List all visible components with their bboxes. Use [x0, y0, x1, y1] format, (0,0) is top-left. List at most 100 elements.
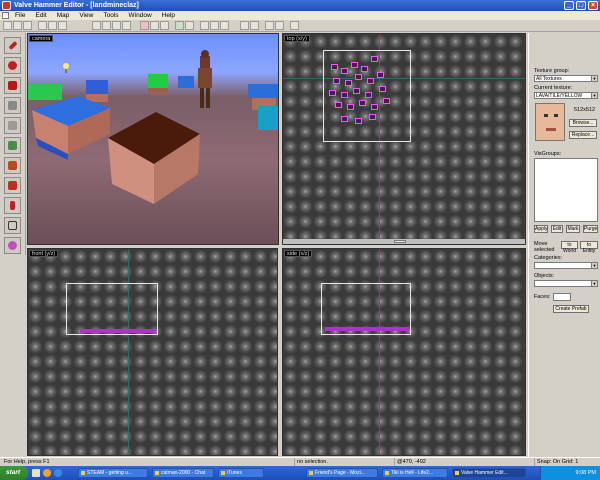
- texture-preview[interactable]: [535, 103, 565, 141]
- new-map-icon[interactable]: [3, 21, 12, 30]
- task-steam[interactable]: STEAM - getting u...: [78, 468, 148, 478]
- tray-clock: 9:08 PM: [575, 470, 596, 476]
- window-title: Valve Hammer Editor - [landmineclaz]: [14, 2, 139, 9]
- start-button[interactable]: start: [0, 466, 28, 480]
- entity-tool-icon[interactable]: [4, 97, 21, 114]
- categories-select[interactable]: ▼: [534, 262, 598, 269]
- status-selection: no selection.: [294, 458, 390, 466]
- selection-tool-icon[interactable]: [4, 37, 21, 54]
- visgroups-label: VisGroups:: [534, 151, 562, 157]
- chevron-down-icon: ▼: [591, 263, 597, 268]
- status-bar: For Help, press F1 no selection. @470, -…: [0, 457, 600, 466]
- texture-tool-icon[interactable]: [4, 137, 21, 154]
- entity-report-icon[interactable]: [185, 21, 194, 30]
- viewport-label-top: top (x/y): [284, 35, 310, 42]
- side-viewport[interactable]: side (x/z): [282, 248, 526, 456]
- textured-icon[interactable]: [220, 21, 229, 30]
- system-tray: 9:08 PM: [540, 466, 600, 480]
- entity-strip: [325, 327, 409, 331]
- clip-icon[interactable]: [265, 21, 274, 30]
- top-viewport[interactable]: top (x/y): [282, 33, 526, 245]
- grid-larger-icon[interactable]: [58, 21, 67, 30]
- replace-button[interactable]: Replace...: [569, 131, 597, 139]
- browser-icon[interactable]: [54, 469, 62, 477]
- camera-viewport[interactable]: camera: [27, 33, 279, 245]
- magnify-tool-icon[interactable]: [4, 57, 21, 74]
- group-icon[interactable]: [122, 21, 131, 30]
- align-icon[interactable]: [240, 21, 249, 30]
- menu-map[interactable]: Map: [52, 11, 75, 20]
- viewport-label-side: side (x/z): [284, 250, 313, 257]
- task-itunes[interactable]: iTunes: [218, 468, 264, 478]
- grid-icon[interactable]: [38, 21, 47, 30]
- clipping-tool-icon[interactable]: [4, 197, 21, 214]
- task-life2[interactable]: Tiki is Hell - Life2...: [382, 468, 448, 478]
- browse-button[interactable]: Browse...: [569, 119, 597, 127]
- texture-lock-icon[interactable]: [160, 21, 169, 30]
- show-desktop-icon[interactable]: [32, 469, 40, 477]
- edit-button[interactable]: Edit: [551, 225, 563, 233]
- cut-icon[interactable]: [92, 21, 101, 30]
- status-help: For Help, press F1: [4, 459, 50, 465]
- maximize-icon[interactable]: □: [576, 1, 586, 10]
- hammer-app-icon: [2, 1, 11, 10]
- close-icon[interactable]: ×: [588, 1, 598, 10]
- apply-button[interactable]: Apply: [534, 225, 548, 233]
- wireframe-icon[interactable]: [200, 21, 209, 30]
- paste-icon[interactable]: [112, 21, 121, 30]
- vertex-icon[interactable]: [275, 21, 284, 30]
- task-hammer[interactable]: Valve Hammer Edit...: [452, 468, 526, 478]
- camera-scene: [28, 50, 278, 204]
- copy-icon[interactable]: [102, 21, 111, 30]
- selection-box[interactable]: [66, 283, 158, 335]
- vertex-tool-icon[interactable]: [4, 217, 21, 234]
- path-tool-icon[interactable]: [4, 237, 21, 254]
- top-viewport-scrollbar[interactable]: [283, 239, 525, 244]
- firefox-icon[interactable]: [43, 469, 51, 477]
- front-viewport[interactable]: front (y/z): [27, 248, 278, 456]
- texture-group-select[interactable]: All Textures ▼: [534, 75, 598, 82]
- menu-help[interactable]: Help: [157, 11, 180, 20]
- document-icon: [2, 12, 9, 19]
- apply-texture-icon[interactable]: [4, 157, 21, 174]
- carve-icon[interactable]: [150, 21, 159, 30]
- visgroups-list[interactable]: [534, 158, 598, 222]
- menu-tools[interactable]: Tools: [98, 11, 123, 20]
- menu-window[interactable]: Window: [124, 11, 157, 20]
- help-icon[interactable]: [290, 21, 299, 30]
- current-texture-select[interactable]: LAVA/TILE/YELLOW ▼: [534, 92, 598, 99]
- decal-tool-icon[interactable]: [4, 177, 21, 194]
- grid-smaller-icon[interactable]: [48, 21, 57, 30]
- hammer-editor-window: Valve Hammer Editor - [landmineclaz] _ □…: [0, 0, 600, 480]
- run-map-icon[interactable]: [175, 21, 184, 30]
- texture-group-label: Texture group:: [534, 68, 570, 74]
- current-texture-label: Current texture:: [534, 85, 573, 91]
- minimize-icon[interactable]: _: [564, 1, 574, 10]
- to-entity-button[interactable]: to Entity: [580, 241, 598, 254]
- task-chat[interactable]: catman-2000 - Chat: [152, 468, 214, 478]
- hide-icon[interactable]: [140, 21, 149, 30]
- create-prefab-button[interactable]: Create Prefab: [553, 305, 589, 313]
- status-snap: Snap: On Grid: 1: [534, 458, 600, 466]
- mark-button[interactable]: Mark: [566, 225, 580, 233]
- flip-icon[interactable]: [250, 21, 259, 30]
- objects-select[interactable]: ▼: [534, 280, 598, 287]
- purge-button[interactable]: Purge: [583, 225, 598, 233]
- faces-label: Faces:: [534, 294, 551, 300]
- menu-file[interactable]: File: [10, 11, 30, 20]
- to-world-button[interactable]: to World: [561, 241, 578, 254]
- block-tool-icon[interactable]: [4, 117, 21, 134]
- open-map-icon[interactable]: [13, 21, 22, 30]
- main-toolbar: [0, 20, 600, 32]
- menu-view[interactable]: View: [74, 11, 98, 20]
- flat-shaded-icon[interactable]: [210, 21, 219, 30]
- z-axis-line: [379, 249, 380, 455]
- save-map-icon[interactable]: [23, 21, 32, 30]
- task-mozilla[interactable]: Friend's Page - Mozi...: [306, 468, 378, 478]
- faces-input[interactable]: [553, 293, 571, 301]
- status-coords: @470, -492: [394, 458, 454, 466]
- camera-tool-icon[interactable]: [4, 77, 21, 94]
- viewport-label-front: front (y/z): [29, 250, 59, 257]
- chevron-down-icon: ▼: [591, 76, 597, 81]
- menu-edit[interactable]: Edit: [30, 11, 51, 20]
